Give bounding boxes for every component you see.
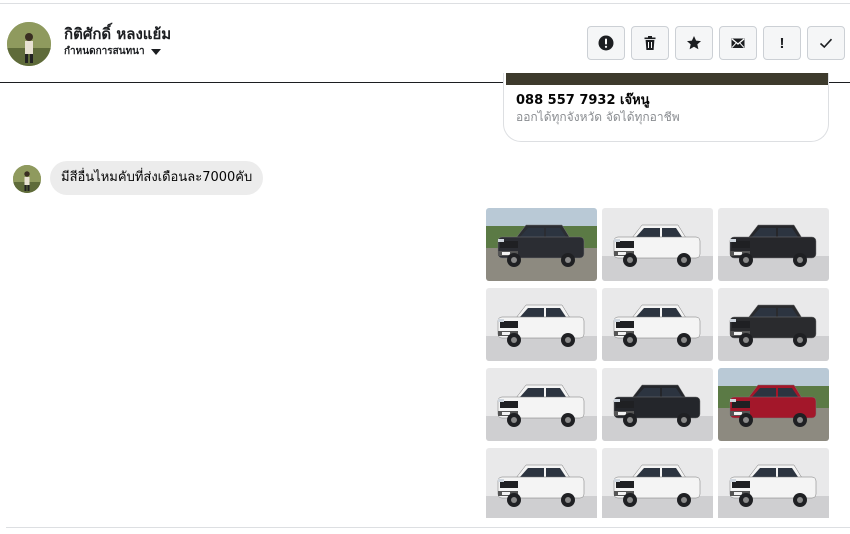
- check-icon: [819, 38, 833, 49]
- sender-avatar[interactable]: [13, 165, 41, 193]
- gallery-photo[interactable]: [602, 208, 713, 281]
- gallery-photo[interactable]: [486, 368, 597, 441]
- contact-avatar[interactable]: [7, 22, 51, 66]
- gallery-photo[interactable]: [602, 288, 713, 361]
- mail-icon: [731, 38, 745, 48]
- star-button[interactable]: [675, 26, 713, 60]
- truck-photo: [718, 208, 829, 281]
- gallery-photo[interactable]: [718, 288, 829, 361]
- card-title: 088 557 7932 เจ๊หนู: [516, 93, 650, 108]
- card-image: [506, 73, 828, 85]
- conversation-schedule-label: กำหนดการสนทนา: [64, 46, 145, 57]
- truck-photo: [602, 208, 713, 281]
- composer-border: [6, 527, 850, 528]
- truck-photo: [718, 448, 829, 518]
- mark-done-button[interactable]: [807, 26, 845, 60]
- gallery-photo[interactable]: [718, 208, 829, 281]
- report-button[interactable]: !: [763, 26, 801, 60]
- gallery-photo[interactable]: [486, 208, 597, 281]
- shared-post-card[interactable]: 088 557 7932 เจ๊หนู ออกได้ทุกจังหวัด จัด…: [503, 73, 829, 142]
- star-icon: [687, 36, 701, 50]
- truck-photo: [486, 448, 597, 518]
- truck-photo: [602, 368, 713, 441]
- delete-button[interactable]: [631, 26, 669, 60]
- alert-button[interactable]: [587, 26, 625, 60]
- truck-photo: [486, 208, 597, 281]
- truck-photo: [486, 368, 597, 441]
- gallery-photo[interactable]: [718, 368, 829, 441]
- truck-photo: [718, 368, 829, 441]
- conversation-schedule-dropdown[interactable]: กำหนดการสนทนา: [64, 44, 161, 59]
- contact-name[interactable]: กิติศักดิ์ หลงแย้ม: [64, 22, 171, 46]
- header-actions: !: [587, 26, 845, 60]
- gallery-photo[interactable]: [486, 448, 597, 518]
- conversation-header: กิติศักดิ์ หลงแย้ม กำหนดการสนทนา !: [0, 4, 850, 83]
- truck-photo: [602, 448, 713, 518]
- truck-photo: [602, 288, 713, 361]
- truck-photo: [486, 288, 597, 361]
- gallery-photo[interactable]: [718, 448, 829, 518]
- gallery-photo[interactable]: [486, 288, 597, 361]
- gallery-photo[interactable]: [602, 368, 713, 441]
- mail-button[interactable]: [719, 26, 757, 60]
- photo-gallery: [486, 208, 829, 518]
- alert-circle-icon: [598, 35, 614, 51]
- message-bubble[interactable]: มีสีอื่นไหมคับที่ส่งเดือนละ7000คับ: [50, 161, 264, 195]
- card-description: ออกได้ทุกจังหวัด จัดได้ทุกอาชีพ: [516, 110, 680, 124]
- trash-icon: [644, 36, 656, 50]
- exclamation-icon: !: [779, 34, 785, 52]
- caret-down-icon: [150, 49, 161, 55]
- gallery-photo[interactable]: [602, 448, 713, 518]
- truck-photo: [718, 288, 829, 361]
